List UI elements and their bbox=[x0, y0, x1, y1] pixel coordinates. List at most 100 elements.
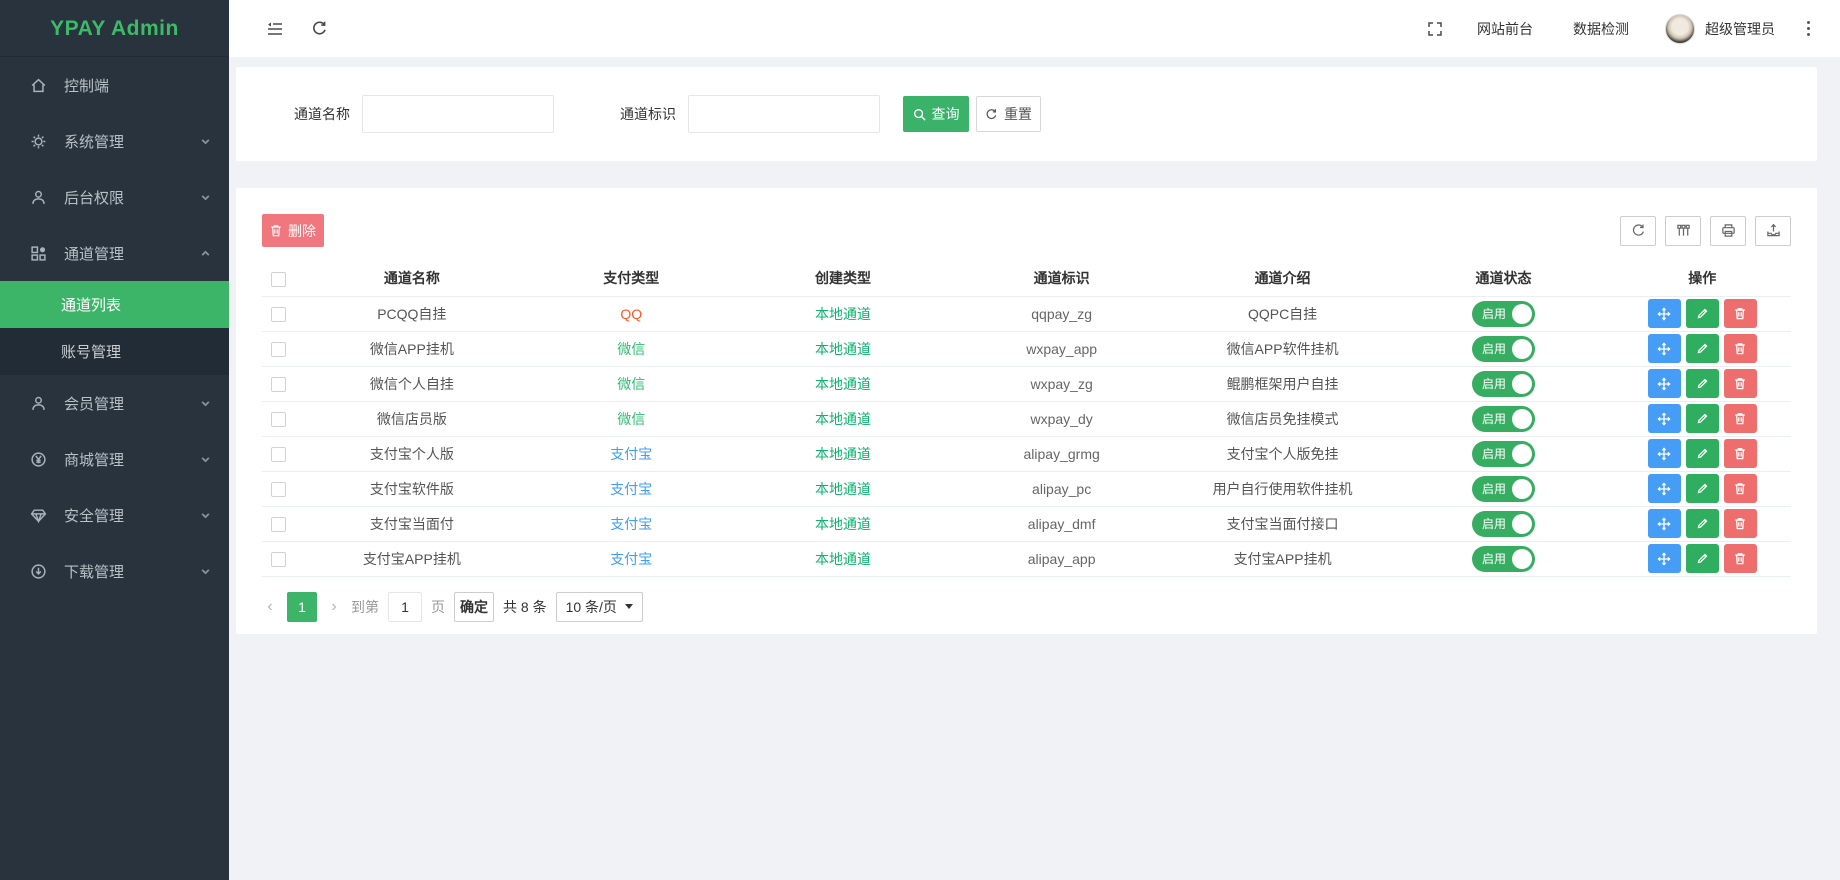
collapse-sidebar-button[interactable] bbox=[253, 0, 297, 57]
status-toggle-label: 启用 bbox=[1482, 375, 1506, 392]
print-button[interactable] bbox=[1710, 216, 1746, 246]
status-toggle[interactable]: 启用 bbox=[1472, 441, 1535, 467]
row-delete-button[interactable] bbox=[1724, 404, 1757, 433]
row-delete-button[interactable] bbox=[1724, 334, 1757, 363]
row-delete-button[interactable] bbox=[1724, 474, 1757, 503]
sidebar-item-channel-mgmt[interactable]: 通道管理 bbox=[0, 225, 229, 281]
move-button[interactable] bbox=[1648, 474, 1681, 503]
row-checkbox[interactable] bbox=[271, 307, 286, 322]
trash-icon bbox=[270, 224, 282, 237]
trash-icon bbox=[1734, 342, 1746, 355]
query-button[interactable]: 查询 bbox=[903, 96, 969, 132]
create-type-cell: 本地通道 bbox=[734, 436, 951, 471]
page-number-button[interactable]: 1 bbox=[287, 592, 317, 622]
refresh-page-button[interactable] bbox=[297, 0, 341, 57]
prev-page-button[interactable]: ‹ bbox=[262, 598, 278, 616]
status-toggle[interactable]: 启用 bbox=[1472, 511, 1535, 537]
page-size-select[interactable]: 10 条/页 bbox=[556, 592, 643, 622]
sidebar-item-system[interactable]: 系统管理 bbox=[0, 113, 229, 169]
edit-button[interactable] bbox=[1686, 369, 1719, 398]
row-checkbox[interactable] bbox=[271, 482, 286, 497]
row-delete-button[interactable] bbox=[1724, 439, 1757, 468]
next-page-button[interactable]: › bbox=[326, 598, 342, 616]
status-toggle[interactable]: 启用 bbox=[1472, 371, 1535, 397]
channel-code-input[interactable] bbox=[688, 95, 880, 133]
nav-site-front-label: 网站前台 bbox=[1477, 19, 1533, 39]
table-row: 支付宝APP挂机 支付宝 本地通道 alipay_app 支付宝APP挂机 启用 bbox=[262, 541, 1791, 576]
edit-button[interactable] bbox=[1686, 334, 1719, 363]
channel-desc-cell: 鲲鹏框架用户自挂 bbox=[1172, 366, 1394, 401]
sidebar-item-member-mgmt[interactable]: 会员管理 bbox=[0, 375, 229, 431]
table-toolbar: 删除 bbox=[262, 214, 1791, 247]
status-toggle-knob bbox=[1512, 444, 1532, 464]
edit-button[interactable] bbox=[1686, 404, 1719, 433]
row-checkbox[interactable] bbox=[271, 342, 286, 357]
move-button[interactable] bbox=[1648, 299, 1681, 328]
fullscreen-icon bbox=[1427, 21, 1443, 37]
sidebar-item-backend-perms[interactable]: 后台权限 bbox=[0, 169, 229, 225]
select-all-checkbox[interactable] bbox=[271, 272, 286, 287]
move-icon bbox=[1657, 552, 1671, 566]
move-button[interactable] bbox=[1648, 439, 1681, 468]
edit-button[interactable] bbox=[1686, 299, 1719, 328]
sidebar-item-download-mgmt[interactable]: 下载管理 bbox=[0, 543, 229, 599]
status-toggle-label: 启用 bbox=[1482, 410, 1506, 427]
nav-site-front[interactable]: 网站前台 bbox=[1457, 0, 1553, 57]
channel-desc-cell: 用户自行使用软件挂机 bbox=[1172, 471, 1394, 506]
row-delete-button[interactable] bbox=[1724, 509, 1757, 538]
goto-page-input[interactable] bbox=[388, 592, 422, 622]
fullscreen-button[interactable] bbox=[1413, 0, 1457, 57]
status-toggle[interactable]: 启用 bbox=[1472, 301, 1535, 327]
move-button[interactable] bbox=[1648, 404, 1681, 433]
move-button[interactable] bbox=[1648, 369, 1681, 398]
sidebar-item-security-mgmt[interactable]: 安全管理 bbox=[0, 487, 229, 543]
status-toggle[interactable]: 启用 bbox=[1472, 546, 1535, 572]
pay-type-cell: 微信 bbox=[528, 401, 734, 436]
sidebar-subitem-channel-list[interactable]: 通道列表 bbox=[0, 281, 229, 328]
sidebar-subitem-account-mgmt[interactable]: 账号管理 bbox=[0, 328, 229, 375]
sidebar-item-mall-mgmt[interactable]: 商城管理 bbox=[0, 431, 229, 487]
chevron-down-icon bbox=[200, 192, 211, 203]
more-menu-button[interactable] bbox=[1791, 21, 1826, 36]
row-delete-button[interactable] bbox=[1724, 369, 1757, 398]
status-toggle[interactable]: 启用 bbox=[1472, 406, 1535, 432]
edit-button[interactable] bbox=[1686, 439, 1719, 468]
user-menu[interactable]: 超级管理员 bbox=[1649, 0, 1791, 57]
move-icon bbox=[1657, 307, 1671, 321]
status-toggle[interactable]: 启用 bbox=[1472, 476, 1535, 502]
reset-refresh-icon bbox=[985, 108, 998, 121]
row-actions bbox=[1618, 334, 1787, 363]
row-checkbox[interactable] bbox=[271, 412, 286, 427]
table-row: PCQQ自挂 QQ 本地通道 qqpay_zg QQPC自挂 启用 bbox=[262, 296, 1791, 331]
move-button[interactable] bbox=[1648, 509, 1681, 538]
move-button[interactable] bbox=[1648, 334, 1681, 363]
row-checkbox[interactable] bbox=[271, 447, 286, 462]
edit-button[interactable] bbox=[1686, 544, 1719, 573]
sidebar-subitem-label: 账号管理 bbox=[61, 341, 121, 362]
row-checkbox[interactable] bbox=[271, 377, 286, 392]
row-checkbox[interactable] bbox=[271, 517, 286, 532]
channel-name-cell: PCQQ自挂 bbox=[296, 296, 528, 331]
pay-type-cell: 支付宝 bbox=[528, 541, 734, 576]
table-refresh-button[interactable] bbox=[1620, 216, 1656, 246]
move-button[interactable] bbox=[1648, 544, 1681, 573]
sidebar-item-console[interactable]: 控制端 bbox=[0, 57, 229, 113]
goto-prefix-label: 到第 bbox=[351, 597, 379, 617]
edit-button[interactable] bbox=[1686, 474, 1719, 503]
pay-type-cell: 支付宝 bbox=[528, 436, 734, 471]
pencil-icon bbox=[1696, 517, 1709, 530]
channel-name-input[interactable] bbox=[362, 95, 554, 133]
delete-button[interactable]: 删除 bbox=[262, 214, 324, 247]
export-button[interactable] bbox=[1755, 216, 1791, 246]
reset-button[interactable]: 重置 bbox=[976, 96, 1041, 132]
row-delete-button[interactable] bbox=[1724, 299, 1757, 328]
edit-button[interactable] bbox=[1686, 509, 1719, 538]
status-toggle[interactable]: 启用 bbox=[1472, 336, 1535, 362]
row-checkbox[interactable] bbox=[271, 552, 286, 567]
goto-confirm-button[interactable]: 确定 bbox=[454, 592, 494, 622]
row-delete-button[interactable] bbox=[1724, 544, 1757, 573]
trash-icon bbox=[1734, 517, 1746, 530]
nav-data-monitor[interactable]: 数据检测 bbox=[1553, 0, 1649, 57]
column-filter-button[interactable] bbox=[1665, 216, 1701, 246]
chevron-up-icon bbox=[200, 248, 211, 259]
